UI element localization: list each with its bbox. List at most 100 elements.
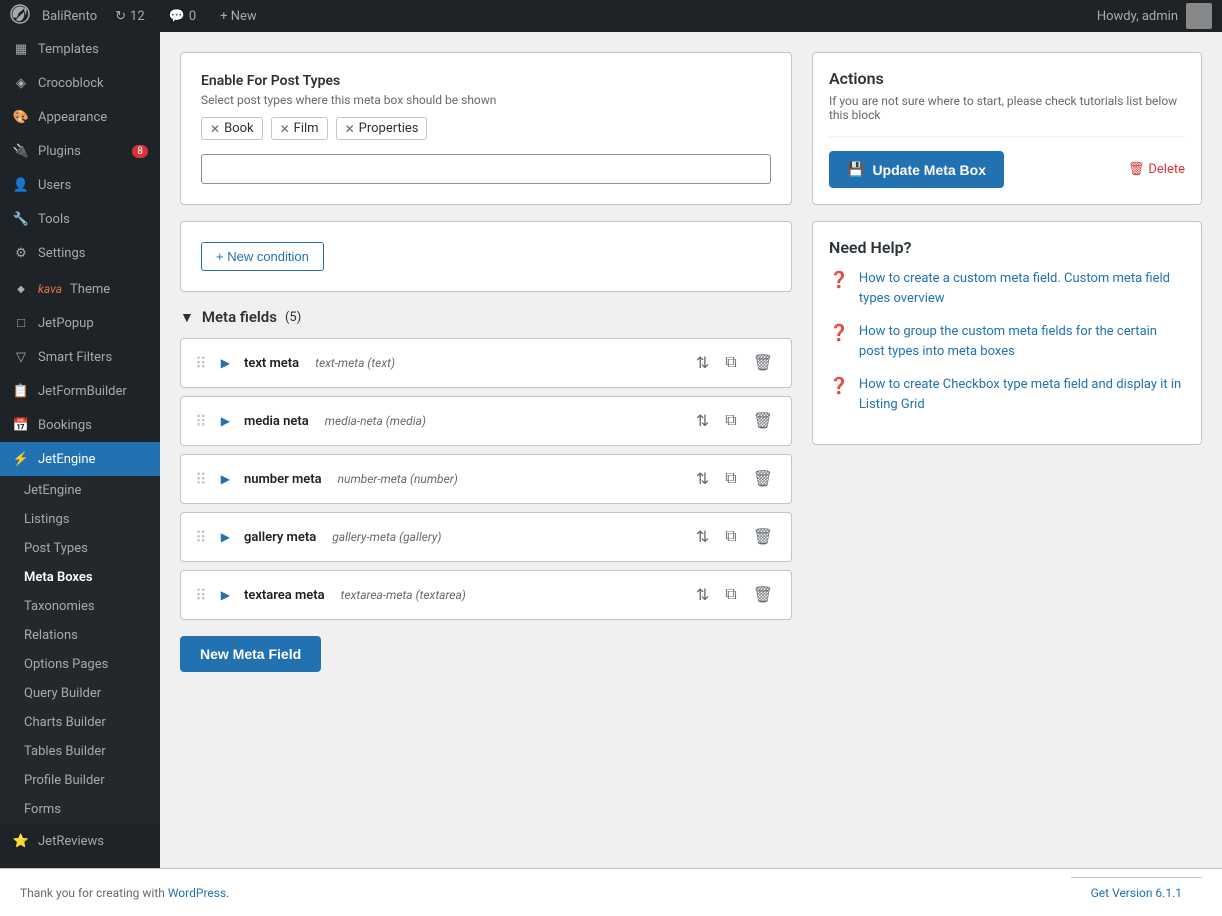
- tag-properties[interactable]: ✕ Properties: [336, 117, 428, 140]
- sidebar-sub-taxonomies[interactable]: Taxonomies: [12, 592, 160, 621]
- sidebar-sub-charts-builder[interactable]: Charts Builder: [12, 708, 160, 737]
- table-row: ⠿ ▶ textarea meta textarea-meta (textare…: [180, 570, 792, 620]
- sidebar-theme-prefix: kava: [38, 282, 62, 296]
- sidebar-sub-listings[interactable]: Listings: [12, 505, 160, 534]
- admin-avatar[interactable]: [1186, 3, 1212, 29]
- sidebar-item-tools[interactable]: 🔧 Tools: [0, 202, 160, 236]
- tag-close-book[interactable]: ✕: [210, 122, 220, 136]
- sidebar-item-appearance[interactable]: 🎨 Appearance: [0, 100, 160, 134]
- enable-post-types-card: Enable For Post Types Select post types …: [180, 52, 792, 205]
- sidebar-item-label: Smart Filters: [38, 350, 112, 365]
- help-item: ❓ How to create Checkbox type meta field…: [829, 375, 1185, 414]
- new-condition-button[interactable]: + New condition: [201, 242, 324, 271]
- help-link-2[interactable]: How to group the custom meta fields for …: [859, 322, 1185, 361]
- sidebar-sub-tables-builder[interactable]: Tables Builder: [12, 737, 160, 766]
- copy-icon[interactable]: ⧉: [721, 525, 740, 549]
- table-row: ⠿ ▶ media neta media-neta (media) ⇅ ⧉ 🗑: [180, 396, 792, 446]
- help-link-1[interactable]: How to create a custom meta field. Custo…: [859, 269, 1185, 308]
- shuffle-icon[interactable]: ⇅: [692, 525, 713, 549]
- expand-icon[interactable]: ▶: [221, 530, 230, 544]
- site-name[interactable]: BaliRento: [42, 9, 97, 24]
- delete-icon[interactable]: 🗑: [749, 583, 777, 607]
- sidebar-item-label: Templates: [38, 42, 99, 57]
- expand-icon[interactable]: ▶: [221, 356, 230, 370]
- sidebar-item-smart-filters[interactable]: ▽ Smart Filters: [0, 340, 160, 374]
- delete-icon[interactable]: 🗑: [749, 351, 777, 375]
- updates-count[interactable]: ↻ 12: [109, 9, 151, 24]
- sidebar-item-crocoblock[interactable]: ◈ JetPopup Crocoblock: [0, 66, 160, 100]
- save-icon: 💾: [847, 161, 864, 178]
- settings-icon: ⚙: [12, 244, 30, 262]
- field-actions: ⇅ ⧉ 🗑: [692, 409, 777, 433]
- shuffle-icon[interactable]: ⇅: [692, 409, 713, 433]
- new-button[interactable]: + New: [214, 9, 263, 24]
- sidebar-item-users[interactable]: 👤 Users: [0, 168, 160, 202]
- collapse-menu-button[interactable]: ◀ Collapse menu: [0, 858, 160, 868]
- sidebar-sub-post-types[interactable]: Post Types: [12, 534, 160, 563]
- sidebar-item-plugins[interactable]: 🔌 Plugins 8: [0, 134, 160, 168]
- sidebar-item-bookings[interactable]: 📅 Bookings: [0, 408, 160, 442]
- sidebar-sub-jetengine[interactable]: JetEngine: [12, 476, 160, 505]
- comments-count[interactable]: 💬 0: [163, 9, 203, 24]
- drag-handle-icon[interactable]: ⠿: [195, 528, 207, 547]
- sidebar-item-jetengine[interactable]: ⚡ JetEngine: [0, 442, 160, 476]
- field-slug: text-meta (text): [315, 356, 395, 370]
- post-type-input[interactable]: [201, 154, 771, 184]
- sidebar-theme-label: Theme: [70, 282, 110, 297]
- meta-fields-toggle[interactable]: ▼: [180, 309, 194, 325]
- enable-post-types-label: Enable For Post Types: [201, 73, 771, 89]
- copy-icon[interactable]: ⧉: [721, 583, 740, 607]
- tag-label: Book: [224, 121, 254, 136]
- actions-description: If you are not sure where to start, plea…: [829, 94, 1185, 122]
- copy-icon[interactable]: ⧉: [721, 409, 740, 433]
- sidebar-sub-meta-boxes[interactable]: Meta Boxes: [12, 563, 160, 592]
- delete-icon[interactable]: 🗑: [749, 467, 777, 491]
- tag-film[interactable]: ✕ Film: [271, 117, 328, 140]
- copy-icon[interactable]: ⧉: [721, 467, 740, 491]
- sidebar-item-label: Plugins: [38, 144, 81, 159]
- drag-handle-icon[interactable]: ⠿: [195, 354, 207, 373]
- delete-icon[interactable]: 🗑: [749, 525, 777, 549]
- tag-close-film[interactable]: ✕: [280, 122, 290, 136]
- sidebar-item-templates[interactable]: ▦ Templates: [0, 32, 160, 66]
- sidebar-sub-relations[interactable]: Relations: [12, 621, 160, 650]
- shuffle-icon[interactable]: ⇅: [692, 467, 713, 491]
- sidebar-sub-forms[interactable]: Forms: [12, 795, 160, 824]
- appearance-icon: 🎨: [12, 108, 30, 126]
- version-link[interactable]: Get Version 6.1.1: [1071, 877, 1202, 908]
- help-item: ❓ How to create a custom meta field. Cus…: [829, 269, 1185, 308]
- tag-book[interactable]: ✕ Book: [201, 117, 263, 140]
- sidebar-sub-query-builder[interactable]: Query Builder: [12, 679, 160, 708]
- help-link-3[interactable]: How to create Checkbox type meta field a…: [859, 375, 1185, 414]
- tag-close-properties[interactable]: ✕: [345, 122, 355, 136]
- shuffle-icon[interactable]: ⇅: [692, 583, 713, 607]
- delete-icon[interactable]: 🗑: [749, 409, 777, 433]
- sidebar-item-jetpopup[interactable]: □ JetPopup: [0, 306, 160, 340]
- help-item: ❓ How to group the custom meta fields fo…: [829, 322, 1185, 361]
- delete-link[interactable]: 🗑 Delete: [1128, 162, 1185, 177]
- sidebar-item-jetformbuilder[interactable]: 📋 JetFormBuilder: [0, 374, 160, 408]
- shuffle-icon[interactable]: ⇅: [692, 351, 713, 375]
- wordpress-link[interactable]: WordPress.: [168, 886, 229, 900]
- new-meta-field-button[interactable]: New Meta Field: [180, 636, 321, 672]
- sidebar-item-jetreviews[interactable]: ⭐ JetReviews: [0, 824, 160, 858]
- sidebar-item-theme[interactable]: ◆ kava Theme: [0, 270, 160, 306]
- help-title: Need Help?: [829, 238, 1185, 257]
- drag-handle-icon[interactable]: ⠿: [195, 470, 207, 489]
- tag-label: Film: [294, 121, 319, 136]
- sidebar-item-settings[interactable]: ⚙ Settings: [0, 236, 160, 270]
- update-meta-box-button[interactable]: 💾 Update Meta Box: [829, 151, 1004, 188]
- help-icon-1: ❓: [829, 270, 849, 289]
- field-name: media neta: [244, 414, 309, 429]
- expand-icon[interactable]: ▶: [221, 414, 230, 428]
- drag-handle-icon[interactable]: ⠿: [195, 586, 207, 605]
- meta-fields-section: ▼ Meta fields (5) ⠿ ▶ text meta text-met…: [180, 308, 792, 672]
- expand-icon[interactable]: ▶: [221, 472, 230, 486]
- sidebar-sub-profile-builder[interactable]: Profile Builder: [12, 766, 160, 795]
- drag-handle-icon[interactable]: ⠿: [195, 412, 207, 431]
- tag-label: Properties: [359, 121, 419, 136]
- sidebar-sub-options-pages[interactable]: Options Pages: [12, 650, 160, 679]
- expand-icon[interactable]: ▶: [221, 588, 230, 602]
- sidebar-item-label: JetEngine: [38, 452, 95, 467]
- copy-icon[interactable]: ⧉: [721, 351, 740, 375]
